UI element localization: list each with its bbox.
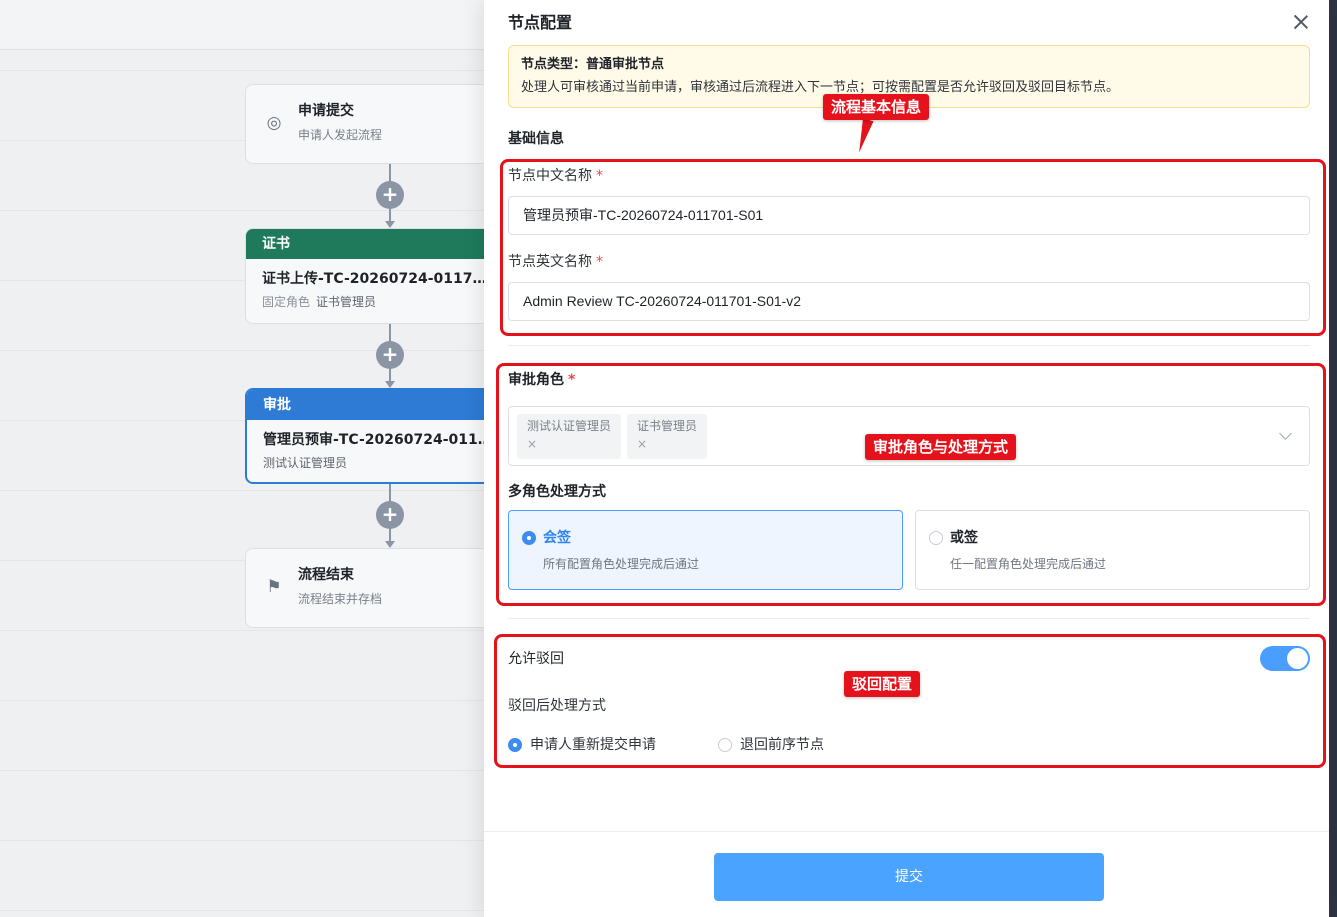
callout-roles: 审批角色与处理方式 bbox=[865, 434, 1017, 460]
node-header: 审批 bbox=[247, 390, 503, 420]
section-divider bbox=[508, 345, 1310, 346]
connector-arrow bbox=[385, 381, 395, 388]
notice-title: 节点类型：普通审批节点 bbox=[521, 57, 665, 72]
callout-basic-info: 流程基本信息 bbox=[823, 94, 930, 120]
node-subtitle: 申请人发起流程 bbox=[298, 128, 383, 142]
node-subtitle: 流程结束并存档 bbox=[298, 592, 383, 606]
submit-button[interactable]: 提交 bbox=[714, 853, 1104, 901]
node-meta-value: 测试认证管理员 bbox=[263, 456, 348, 470]
add-node-button[interactable]: + bbox=[376, 181, 404, 209]
close-icon[interactable] bbox=[1290, 11, 1312, 33]
connector-arrow bbox=[385, 221, 395, 228]
drawer-title: 节点配置 bbox=[508, 13, 573, 32]
node-title: 管理员预审-TC-20260724-011701-S01 bbox=[263, 432, 493, 448]
node-title: 申请提交 bbox=[298, 103, 354, 119]
highlight-roles bbox=[496, 363, 1326, 606]
add-node-button[interactable]: + bbox=[376, 501, 404, 529]
basic-info-title: 基础信息 bbox=[508, 131, 564, 147]
flow-node-cert[interactable]: 证书 证书上传-TC-20260724-011701-S0 固定角色证书管理员 bbox=[245, 228, 505, 324]
node-meta-key: 固定角色 bbox=[262, 295, 311, 309]
flow-node-start[interactable]: ◎ 申请提交 申请人发起流程 bbox=[245, 84, 505, 164]
target-icon: ◎ bbox=[266, 113, 282, 133]
node-title: 流程结束 bbox=[298, 567, 354, 583]
highlight-basic-info bbox=[500, 159, 1326, 336]
flow-node-end[interactable]: ⚑ 流程结束 流程结束并存档 bbox=[245, 548, 505, 628]
flow-node-approve[interactable]: 审批 管理员预审-TC-20260724-011701-S01 测试认证管理员 bbox=[245, 388, 505, 484]
canvas-toolbar bbox=[0, 0, 484, 50]
drawer-footer: 提交 bbox=[484, 831, 1329, 917]
callout-reject: 驳回配置 bbox=[844, 671, 921, 697]
node-header: 证书 bbox=[246, 229, 504, 259]
connector-arrow bbox=[385, 541, 395, 548]
add-node-button[interactable]: + bbox=[376, 341, 404, 369]
node-title: 证书上传-TC-20260724-011701-S0 bbox=[262, 271, 488, 287]
section-divider bbox=[508, 618, 1310, 619]
highlight-reject bbox=[494, 634, 1326, 768]
node-meta-value: 证书管理员 bbox=[316, 295, 377, 309]
window-edge bbox=[1329, 0, 1337, 917]
node-meta: 固定角色 证书管理员 bbox=[262, 293, 488, 310]
flag-icon: ⚑ bbox=[266, 577, 282, 597]
